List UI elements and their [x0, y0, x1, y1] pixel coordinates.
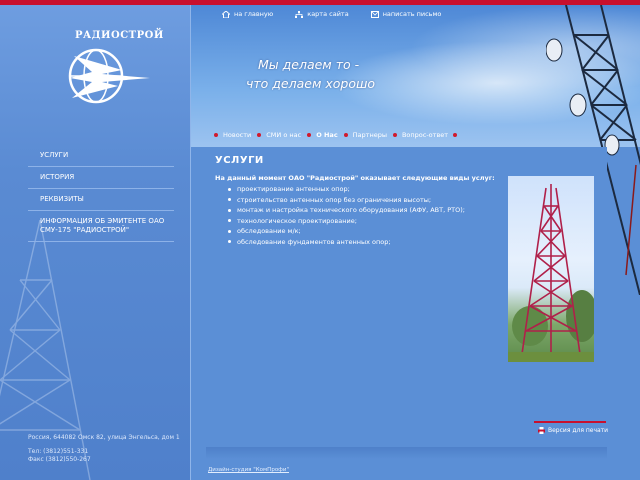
- globe-lightning-logo-icon[interactable]: [62, 40, 154, 106]
- top-nav-item-news[interactable]: Новости: [214, 131, 251, 139]
- services-list: проектирование антенных опор; строительс…: [228, 184, 465, 247]
- mail-icon: [370, 10, 379, 18]
- top-nav-label: СМИ о нас: [266, 131, 302, 139]
- list-item: обследование м/к;: [228, 226, 465, 237]
- slogan: Мы делаем то - что делаем хорошо: [246, 55, 375, 93]
- top-nav-item-partners[interactable]: Партнеры: [343, 131, 387, 139]
- list-item-text: обследование фундаментов антенных опор;: [237, 237, 391, 246]
- left-nav-item-history[interactable]: ИСТОРИЯ: [28, 167, 174, 189]
- bullet-icon: [453, 133, 458, 137]
- left-nav-item-services[interactable]: УСЛУГИ: [28, 145, 174, 167]
- left-navigation: УСЛУГИ ИСТОРИЯ РЕКВИЗИТЫ ИНФОРМАЦИЯ ОБ Э…: [28, 145, 174, 242]
- write-letter-link-label: написать письмо: [382, 10, 442, 18]
- bullet-icon: [214, 133, 218, 137]
- content-bottom-shadow: [206, 447, 607, 459]
- list-item-text: проектирование антенных опор;: [237, 185, 350, 194]
- top-nav-item-media[interactable]: СМИ о нас: [257, 131, 301, 139]
- top-nav-label: Новости: [223, 131, 252, 139]
- bullet-icon: [228, 208, 231, 212]
- top-nav-label: Вопрос-ответ: [401, 131, 449, 139]
- contact-fax: Факс (3812)550-267: [28, 456, 91, 463]
- bullet-icon: [257, 133, 262, 137]
- top-nav-label: Партнеры: [352, 131, 387, 139]
- home-link-label: на главную: [234, 10, 274, 18]
- home-icon: [222, 10, 230, 18]
- list-item-text: технологическое проектирование;: [237, 216, 357, 225]
- contact-info: Россия, 644082 Омск 82, улица Энгельса, …: [28, 434, 180, 464]
- top-nav-label: О Нас: [316, 131, 338, 139]
- design-studio-credit-link[interactable]: Дизайн-студия "КомПрофи": [208, 467, 289, 473]
- top-navigation: Новости СМИ о нас О Нас Партнеры Вопрос-…: [214, 131, 458, 139]
- sitemap-icon: [295, 10, 304, 18]
- bullet-icon: [228, 240, 231, 244]
- sitemap-link-label: карта сайта: [307, 10, 349, 18]
- utility-links: на главную карта сайта написать письмо: [222, 10, 441, 18]
- print-divider: [534, 421, 606, 423]
- left-nav-item-issuer-info[interactable]: ИНФОРМАЦИЯ ОБ ЭМИТЕНТЕ ОАО СМУ-175 "РАДИ…: [28, 211, 174, 242]
- print-version-link[interactable]: Версия для печати: [538, 427, 608, 434]
- list-item: обследование фундаментов антенных опор;: [228, 237, 465, 248]
- home-link[interactable]: на главную: [222, 10, 273, 18]
- bullet-icon: [228, 219, 231, 223]
- list-item-text: обследование м/к;: [237, 227, 301, 236]
- list-item-text: строительство антенных опор без ограниче…: [237, 195, 432, 204]
- page-title: УСЛУГИ: [215, 155, 264, 166]
- slogan-line-1: Мы делаем то -: [258, 57, 360, 72]
- bullet-icon: [307, 133, 312, 137]
- contact-phone: Тел: (3812)551-331: [28, 448, 89, 455]
- write-letter-link[interactable]: написать письмо: [370, 10, 442, 18]
- sitemap-link[interactable]: карта сайта: [295, 10, 349, 18]
- list-item: проектирование антенных опор;: [228, 184, 465, 195]
- bullet-icon: [343, 133, 348, 137]
- bullet-icon: [392, 133, 397, 137]
- list-item: монтаж и настройка технического оборудов…: [228, 205, 465, 216]
- top-nav-item-faq[interactable]: Вопрос-ответ: [392, 131, 458, 139]
- list-item: технологическое проектирование;: [228, 216, 465, 227]
- list-item-text: монтаж и настройка технического оборудов…: [237, 206, 465, 215]
- print-version-label: Версия для печати: [548, 427, 609, 434]
- tower-photo: [508, 176, 594, 362]
- list-item: строительство антенных опор без ограниче…: [228, 195, 465, 206]
- slogan-line-2: что делаем хорошо: [246, 76, 376, 91]
- bullet-icon: [228, 187, 231, 191]
- services-intro: На данный момент ОАО "Радиострой" оказыв…: [215, 174, 495, 182]
- top-nav-item-about[interactable]: О Нас: [307, 131, 338, 139]
- bullet-icon: [228, 229, 231, 233]
- left-nav-item-requisites[interactable]: РЕКВИЗИТЫ: [28, 189, 174, 211]
- contact-address: Россия, 644082 Омск 82, улица Энгельса, …: [28, 434, 180, 441]
- printer-icon: [538, 427, 545, 434]
- bullet-icon: [228, 198, 231, 202]
- red-lattice-tower-image: [508, 184, 594, 362]
